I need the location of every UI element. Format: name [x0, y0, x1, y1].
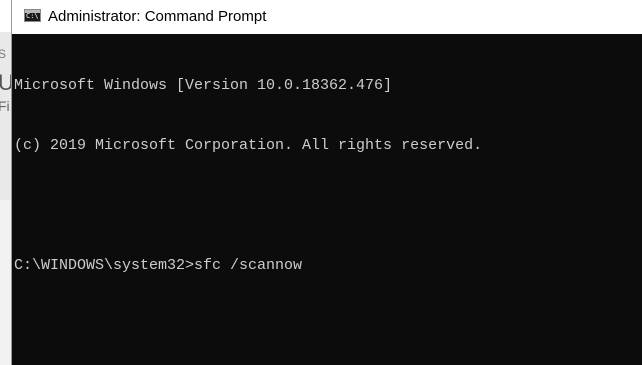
window-title: Administrator: Command Prompt — [48, 8, 267, 25]
command-prompt-icon[interactable]: C:\ — [24, 9, 41, 22]
console-command-line[interactable]: C:\WINDOWS\system32>sfc /scannow — [14, 256, 642, 276]
console-output[interactable]: Microsoft Windows [Version 10.0.18362.47… — [14, 36, 642, 365]
console-line: Microsoft Windows [Version 10.0.18362.47… — [14, 77, 393, 94]
screen: S U Fi C:\ Administrator: Command Prompt… — [0, 0, 642, 365]
command-prompt-window[interactable]: C:\ Administrator: Command Prompt Micros… — [11, 0, 642, 365]
title-bar[interactable]: C:\ Administrator: Command Prompt — [12, 0, 642, 34]
icon-glyph: C:\ — [26, 12, 39, 20]
background-window-text-1: S — [0, 47, 7, 61]
background-window-text-3: Fi — [0, 98, 10, 114]
console-line: (c) 2019 Microsoft Corporation. All righ… — [14, 137, 483, 154]
